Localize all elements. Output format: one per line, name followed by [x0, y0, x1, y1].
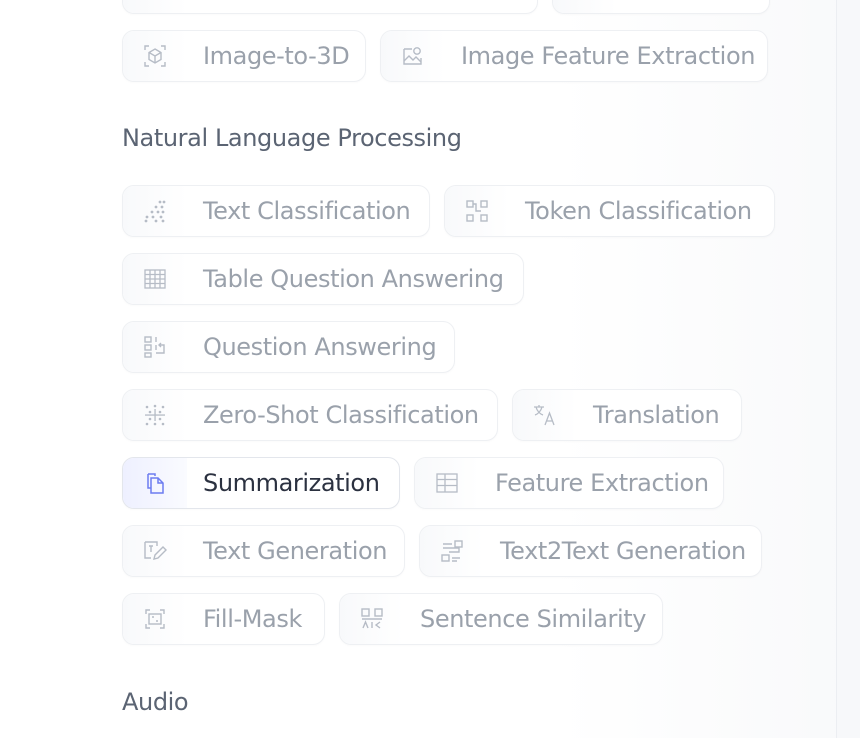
translation-icon	[513, 390, 577, 440]
task-summarization[interactable]: Summarization	[122, 457, 400, 509]
task-table-question-answering[interactable]: Table Question Answering	[122, 253, 524, 305]
task-icon	[123, 0, 187, 13]
task-label: Zero-Shot Classification	[203, 401, 479, 429]
content-edge	[836, 0, 860, 738]
sentence-similarity-icon	[340, 594, 404, 644]
task-label: Token Classification	[525, 197, 752, 225]
task-label: Feature Extraction	[495, 469, 709, 497]
section-title-audio: Audio	[122, 688, 189, 716]
task-label: Text Classification	[203, 197, 411, 225]
task-icon	[553, 0, 617, 13]
zero-shot-icon	[123, 390, 187, 440]
task-label: Image Feature Extraction	[461, 42, 756, 70]
task-pill-partial[interactable]	[122, 0, 538, 14]
section-title-nlp: Natural Language Processing	[122, 124, 462, 152]
fill-mask-icon	[123, 594, 187, 644]
token-classification-icon	[445, 186, 509, 236]
task-sentence-similarity[interactable]: Sentence Similarity	[339, 593, 663, 645]
task-zero-shot-classification[interactable]: Zero-Shot Classification	[122, 389, 498, 441]
task-label: Sentence Similarity	[420, 605, 647, 633]
task-feature-extraction[interactable]: Feature Extraction	[414, 457, 724, 509]
task-label: Text2Text Generation	[500, 537, 746, 565]
task-image-to-3d[interactable]: Image-to-3D	[122, 30, 366, 82]
text-generation-icon	[123, 526, 187, 576]
task-pill-partial[interactable]	[552, 0, 770, 14]
task-label: Summarization	[203, 469, 380, 497]
task-label: Image-to-3D	[203, 42, 350, 70]
task-label: Fill-Mask	[203, 605, 302, 633]
task-token-classification[interactable]: Token Classification	[444, 185, 775, 237]
task-text-generation[interactable]: Text Generation	[122, 525, 405, 577]
cube-icon	[123, 31, 187, 81]
image-feature-icon	[381, 31, 445, 81]
task-label: Question Answering	[203, 333, 437, 361]
task-text2text-generation[interactable]: Text2Text Generation	[419, 525, 762, 577]
table-icon	[123, 254, 187, 304]
task-text-classification[interactable]: Text Classification	[122, 185, 430, 237]
task-label: Table Question Answering	[203, 265, 504, 293]
feature-extraction-icon	[415, 458, 479, 508]
task-fill-mask[interactable]: Fill-Mask	[122, 593, 325, 645]
task-image-feature-extraction[interactable]: Image Feature Extraction	[380, 30, 768, 82]
text-classification-icon	[123, 186, 187, 236]
text2text-icon	[420, 526, 484, 576]
summarization-icon	[123, 458, 187, 508]
task-question-answering[interactable]: Question Answering	[122, 321, 455, 373]
task-label: Text Generation	[203, 537, 388, 565]
question-answering-icon	[123, 322, 187, 372]
task-label: Translation	[593, 401, 720, 429]
task-translation[interactable]: Translation	[512, 389, 742, 441]
